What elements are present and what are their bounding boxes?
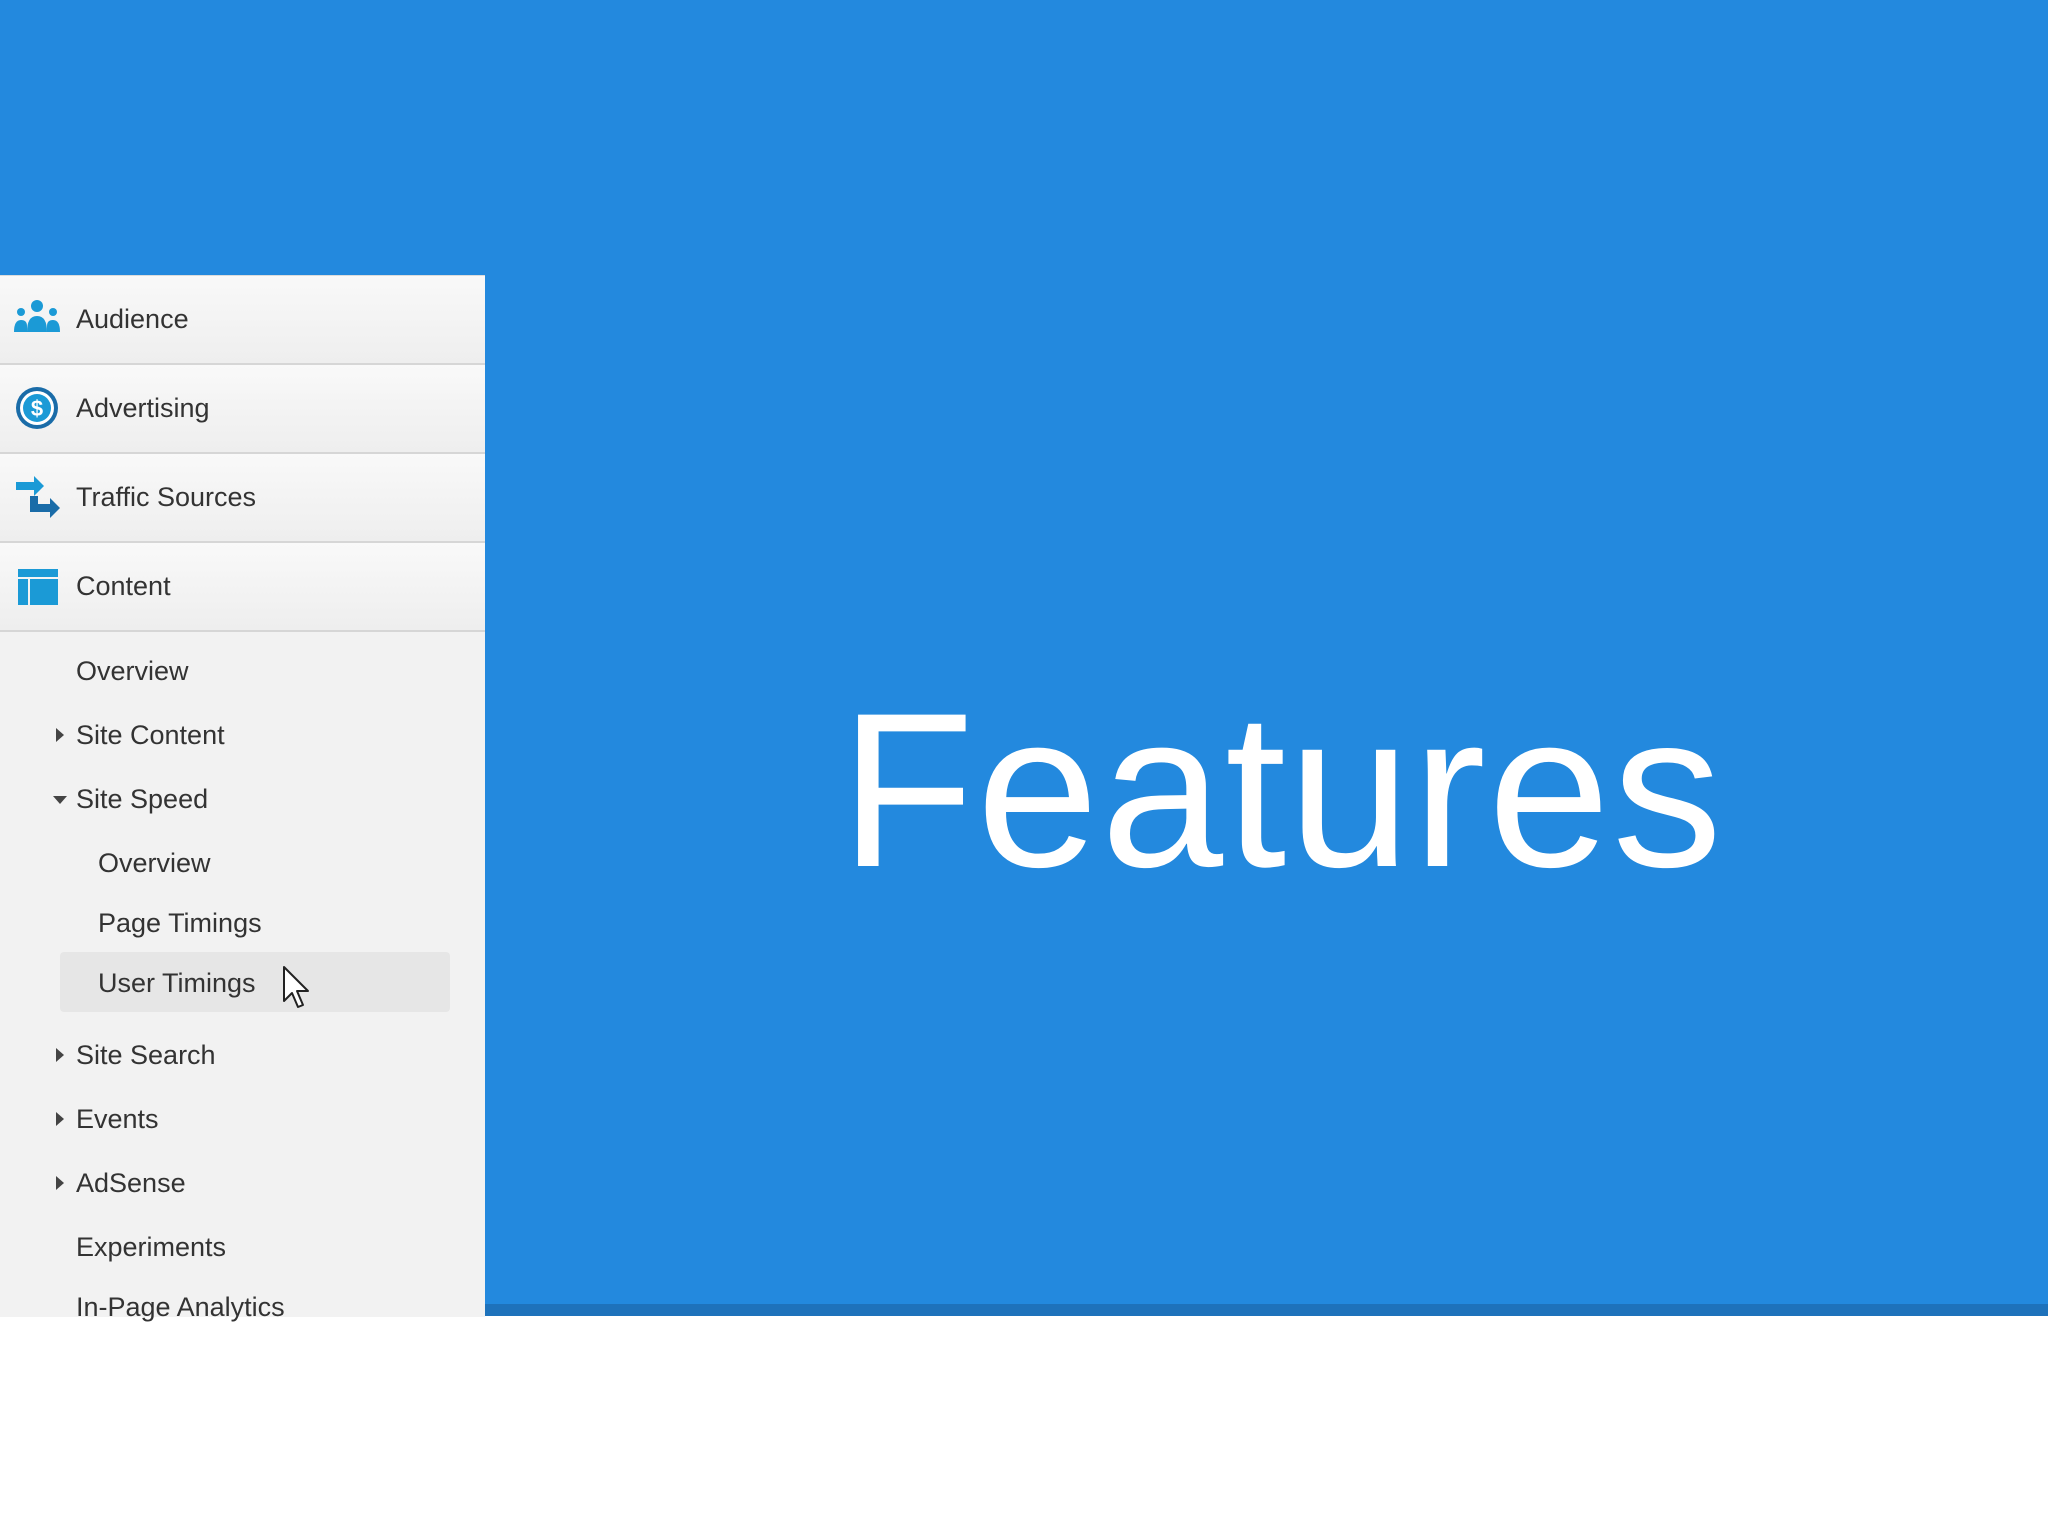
submenu-item-site-content[interactable]: Site Content (0, 704, 485, 768)
submenu-item-label: Page Timings (98, 908, 262, 938)
submenu-item-in-page-analytics[interactable]: In-Page Analytics (0, 1276, 485, 1336)
submenu-item-label: Site Content (76, 720, 225, 750)
svg-text:$: $ (31, 396, 43, 421)
slide-title: Features (840, 667, 1725, 913)
submenu-item-experiments[interactable]: Experiments (0, 1216, 485, 1276)
submenu-item-site-search[interactable]: Site Search (0, 1024, 485, 1088)
nav-section-audience[interactable]: Audience (0, 276, 485, 365)
submenu-item-adsense[interactable]: AdSense (0, 1152, 485, 1216)
nav-section-label: Traffic Sources (76, 482, 257, 512)
submenu-item-site-speed[interactable]: Site Speed (0, 768, 485, 832)
submenu-item-label: AdSense (76, 1168, 186, 1198)
nav-section-label: Advertising (76, 393, 210, 423)
nav-section-advertising[interactable]: $ Advertising (0, 365, 485, 454)
mouse-pointer-icon (283, 966, 309, 1008)
submenu-item-overview[interactable]: Overview (0, 640, 485, 704)
nav-section-traffic-sources[interactable]: Traffic Sources (0, 454, 485, 543)
traffic-arrows-icon (16, 476, 60, 518)
content-submenu: Overview Site Content Site Speed Overvie… (0, 632, 485, 1336)
collapse-arrow-icon[interactable] (53, 796, 67, 804)
submenu-item-label: Overview (98, 848, 211, 878)
submenu-item-label: Site Speed (76, 784, 209, 814)
expand-arrow-icon[interactable] (56, 1112, 64, 1126)
nav-section-label: Audience (76, 304, 189, 334)
submenu-item-events[interactable]: Events (0, 1088, 485, 1152)
submenu-item-user-timings[interactable]: User Timings (0, 952, 485, 1012)
submenu-item-label: User Timings (98, 968, 256, 998)
submenu-item-label: In-Page Analytics (76, 1292, 285, 1322)
submenu-item-label: Site Search (76, 1040, 216, 1070)
expand-arrow-icon[interactable] (56, 1176, 64, 1190)
content-layout-icon (18, 569, 58, 605)
submenu-item-label: Overview (76, 656, 189, 686)
dollar-icon: $ (16, 387, 58, 429)
audience-icon (14, 300, 60, 332)
submenu-item-label: Experiments (76, 1232, 227, 1262)
analytics-nav-panel: Audience $ Advertising Traffic Sources C… (0, 275, 485, 1322)
nav-section-label: Content (76, 571, 171, 601)
submenu-item-page-timings[interactable]: Page Timings (0, 892, 485, 952)
expand-arrow-icon[interactable] (56, 728, 64, 742)
expand-arrow-icon[interactable] (56, 1048, 64, 1062)
nav-section-content[interactable]: Content (0, 543, 485, 632)
submenu-item-label: Events (76, 1104, 159, 1134)
submenu-item-site-speed-overview[interactable]: Overview (0, 832, 485, 892)
